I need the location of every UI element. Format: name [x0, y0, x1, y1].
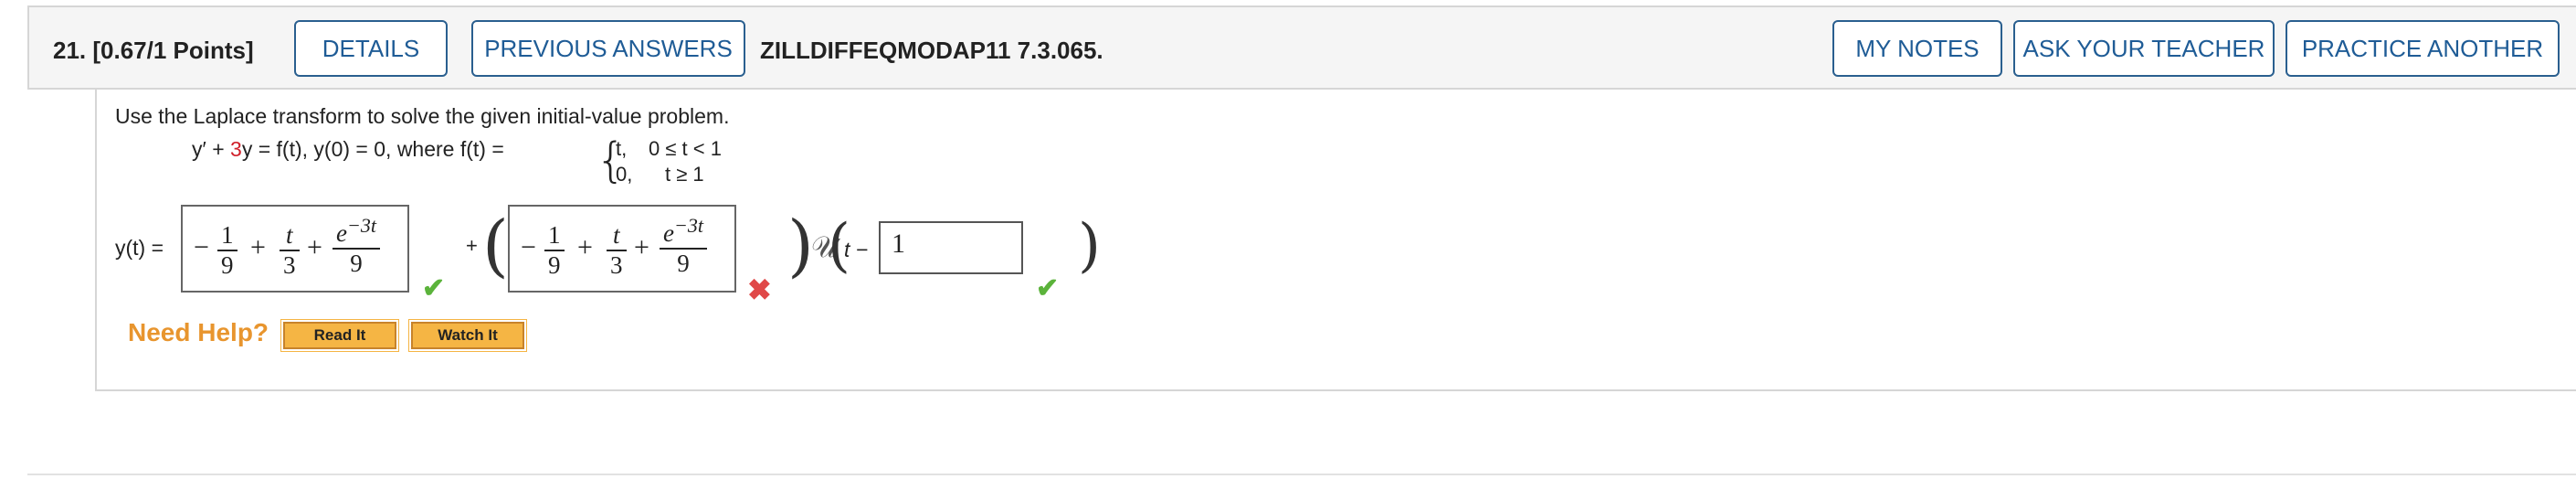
- box2-incorrect-cross-icon: ✖: [747, 273, 772, 306]
- watch-it-button[interactable]: Watch It: [408, 319, 527, 352]
- assignment-id: ZILLDIFFEQMODAP11 7.3.065.: [760, 37, 1103, 64]
- box2-fraction-1: 1 9: [544, 221, 565, 280]
- answer-label: y(t) =: [115, 236, 164, 260]
- read-it-button[interactable]: Read It: [280, 319, 399, 352]
- case1-condition: 0 ≤ t < 1: [649, 137, 722, 160]
- case2-value: 0,: [616, 163, 633, 186]
- answer-box-2[interactable]: − 1 9 + t 3 + e−3t 9: [508, 205, 736, 293]
- previous-answers-button[interactable]: PREVIOUS ANSWERS: [471, 20, 745, 77]
- shift-input[interactable]: 1: [879, 221, 1023, 274]
- equation-coefficient: 3: [230, 137, 242, 161]
- problem-equation: y′ + 3y = f(t), y(0) = 0, where f(t) =: [192, 137, 504, 162]
- left-paren-1: (: [482, 207, 509, 285]
- box1-correct-check-icon: ✔: [422, 273, 446, 303]
- details-button[interactable]: DETAILS: [294, 20, 448, 77]
- right-paren-1: ): [787, 207, 814, 285]
- box2-plus-1: +: [577, 232, 593, 262]
- box2-minus: −: [521, 232, 536, 262]
- case2-condition: t ≥ 1: [665, 163, 704, 186]
- need-help-label: Need Help?: [128, 318, 269, 346]
- box1-plus-2: +: [307, 232, 322, 262]
- my-notes-button[interactable]: MY NOTES: [1832, 20, 2002, 77]
- question-points-label: 21. [0.67/1 Points]: [53, 37, 254, 64]
- box1-fraction-2: t 3: [280, 221, 300, 280]
- case1-value: t,: [616, 137, 628, 160]
- problem-instructions: Use the Laplace transform to solve the g…: [115, 104, 730, 128]
- equation-rest: y = f(t), y(0) = 0, where f(t) =: [241, 137, 504, 161]
- equation-lhs: y′ +: [192, 137, 231, 161]
- practice-another-button[interactable]: PRACTICE ANOTHER: [2286, 20, 2560, 77]
- question-header: 21. [0.67/1 Points] DETAILS PREVIOUS ANS…: [27, 5, 2576, 90]
- box1-minus: −: [194, 232, 209, 262]
- box2-plus-2: +: [634, 232, 649, 262]
- shift-correct-check-icon: ✔: [1036, 273, 1060, 303]
- right-paren-2: ): [1078, 212, 1101, 280]
- next-question-divider: [27, 474, 2576, 475]
- step-argument: t −: [844, 238, 869, 261]
- box1-fraction-1: 1 9: [217, 221, 238, 280]
- answer-box-1[interactable]: − 1 9 + t 3 + e−3t 9: [181, 205, 409, 293]
- box2-fraction-2: t 3: [607, 221, 627, 280]
- plus-between: +: [466, 234, 478, 257]
- box1-fraction-3: e−3t 9: [333, 212, 380, 278]
- box2-fraction-3: e−3t 9: [660, 212, 707, 278]
- ask-your-teacher-button[interactable]: ASK YOUR TEACHER: [2013, 20, 2275, 77]
- box1-plus-1: +: [250, 232, 266, 262]
